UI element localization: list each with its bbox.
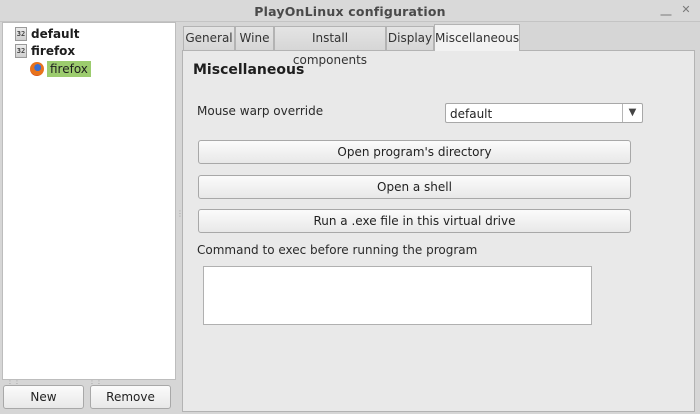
tab-miscellaneous[interactable]: Miscellaneous	[434, 24, 520, 51]
dropdown-arrow-icon[interactable]: ▼	[622, 104, 642, 122]
tab-wine[interactable]: Wine	[235, 26, 274, 50]
page-title: Miscellaneous	[193, 62, 305, 78]
open-shell-button[interactable]: Open a shell	[198, 175, 631, 199]
tree-item-default[interactable]: 32 default	[15, 26, 79, 42]
firefox-icon	[30, 62, 44, 76]
window-title: PlayOnLinux configuration	[254, 4, 446, 19]
tree-item-firefox-prefix[interactable]: 32 firefox	[15, 43, 75, 59]
open-program-directory-button[interactable]: Open program's directory	[198, 140, 631, 164]
tab-general[interactable]: General	[183, 26, 235, 50]
tree-item-label: firefox	[47, 61, 91, 77]
tree-item-firefox-app[interactable]: firefox	[30, 61, 91, 77]
splitter-handle[interactable]: ⋮	[176, 210, 184, 218]
mouse-warp-label: Mouse warp override	[197, 104, 324, 118]
tree-item-label: default	[31, 27, 80, 41]
close-icon[interactable]: ✕	[679, 3, 693, 17]
new-button[interactable]: New	[3, 385, 84, 409]
tree-item-label: firefox	[31, 44, 76, 58]
mouse-warp-select[interactable]: default ▼	[445, 103, 643, 123]
wine-32-icon: 32	[15, 27, 27, 41]
title-bar: PlayOnLinux configuration ⎽ ✕	[0, 0, 700, 22]
prefix-tree[interactable]: 32 default 32 firefox firefox	[2, 22, 176, 380]
tab-install-components[interactable]: Install components	[274, 26, 386, 67]
minimize-icon[interactable]: ⎽	[659, 3, 673, 17]
wine-32-icon: 32	[15, 44, 27, 58]
command-label: Command to exec before running the progr…	[197, 243, 478, 257]
mouse-warp-value: default	[450, 107, 493, 121]
run-exe-button[interactable]: Run a .exe file in this virtual drive	[198, 209, 631, 233]
command-textarea[interactable]	[203, 266, 592, 325]
remove-button[interactable]: Remove	[90, 385, 171, 409]
tab-display[interactable]: Display	[386, 26, 434, 50]
